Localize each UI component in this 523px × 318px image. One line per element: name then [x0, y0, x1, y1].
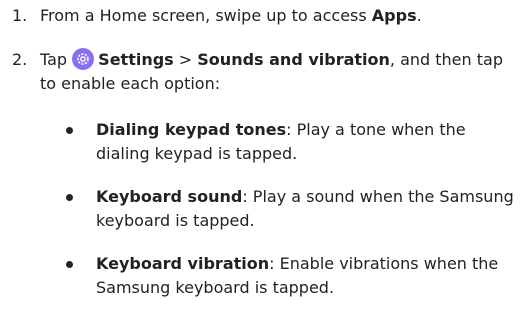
step-text: From a Home screen, swipe up to access A… [40, 4, 515, 28]
bullet-icon [66, 261, 73, 268]
instructions-document: 1. From a Home screen, swipe up to acces… [0, 0, 523, 318]
option-title: Keyboard sound [96, 187, 243, 206]
step-text: Tap Settings > Sounds and vibration, and… [40, 48, 515, 96]
apps-label: Apps [371, 6, 417, 25]
settings-gear-icon [72, 48, 95, 70]
step-number: 2. [12, 50, 28, 69]
option-text: Keyboard sound: Play a sound when the Sa… [96, 185, 516, 233]
step-1-text: From a Home screen, swipe up to access [40, 6, 372, 25]
option-text: Dialing keypad tones: Play a tone when t… [96, 118, 516, 166]
bullet-icon [66, 127, 73, 134]
step-1-end: . [416, 6, 422, 25]
sounds-vibration-label: Sounds and vibration [197, 50, 390, 69]
bullet-icon [66, 194, 73, 201]
step-number: 1. [12, 6, 28, 25]
step-2-tap: Tap [40, 50, 73, 69]
option-text: Keyboard vibration: Enable vibrations wh… [96, 252, 516, 300]
separator: > [173, 50, 198, 69]
settings-label: Settings [98, 50, 174, 69]
option-title: Dialing keypad tones [96, 120, 287, 139]
option-title: Keyboard vibration [96, 254, 270, 273]
